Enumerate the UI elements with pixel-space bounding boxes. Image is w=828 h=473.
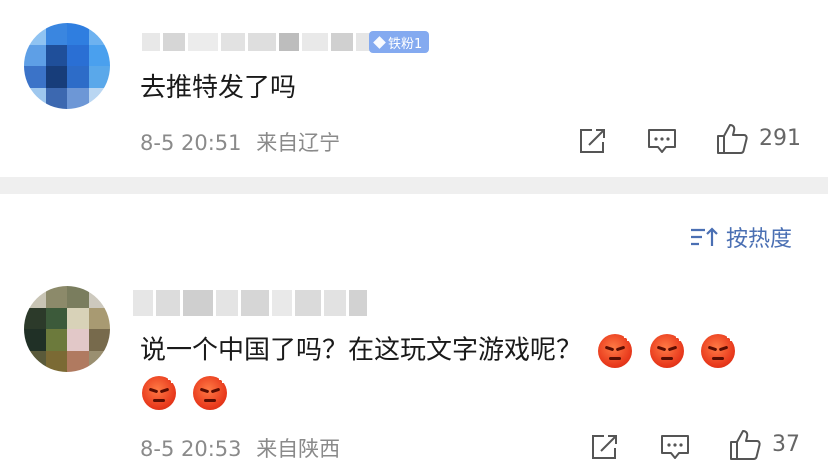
avatar[interactable]	[24, 286, 110, 372]
share-icon[interactable]	[590, 433, 620, 461]
angry-face-emoji	[193, 374, 229, 410]
thumbs-up-icon[interactable]	[728, 429, 762, 461]
sort-label: 按热度	[726, 227, 793, 252]
share-icon[interactable]	[578, 127, 608, 155]
comment-date: 8-5 20:53	[140, 437, 242, 461]
angry-face-emoji	[142, 374, 177, 410]
angry-face-emoji	[700, 332, 736, 368]
comment-text: 去推特发了吗	[140, 73, 297, 103]
comment-icon[interactable]	[659, 433, 691, 461]
comment-location: 来自陕西	[256, 437, 341, 461]
comment-location: 来自辽宁	[256, 131, 341, 155]
section-divider	[0, 177, 828, 194]
username[interactable]	[142, 33, 401, 51]
comment-meta: 8-5 20:51 来自辽宁	[140, 127, 340, 157]
diamond-icon	[373, 35, 386, 49]
comment-icon[interactable]	[646, 127, 678, 155]
comment-text-line-2	[140, 374, 229, 410]
sort-icon	[691, 227, 718, 246]
angry-face-emoji	[649, 332, 685, 368]
comment-meta: 8-5 20:53 来自陕西	[140, 433, 340, 463]
fan-badge[interactable]: 铁粉1	[369, 31, 430, 53]
thumbs-up-icon[interactable]	[715, 123, 749, 155]
angry-face-emoji	[598, 332, 634, 368]
comment-date: 8-5 20:51	[140, 131, 242, 155]
username[interactable]	[133, 290, 367, 316]
like-count: 37	[772, 432, 800, 457]
like-count: 291	[759, 126, 801, 151]
comment-text-content: 说一个中国了吗？在这玩文字游戏呢？	[140, 335, 583, 366]
comment-text: 说一个中国了吗？在这玩文字游戏呢？	[140, 332, 736, 368]
avatar[interactable]	[24, 23, 110, 109]
sort-toggle[interactable]: 按热度	[690, 222, 792, 252]
fan-badge-label: 铁粉1	[388, 36, 423, 52]
